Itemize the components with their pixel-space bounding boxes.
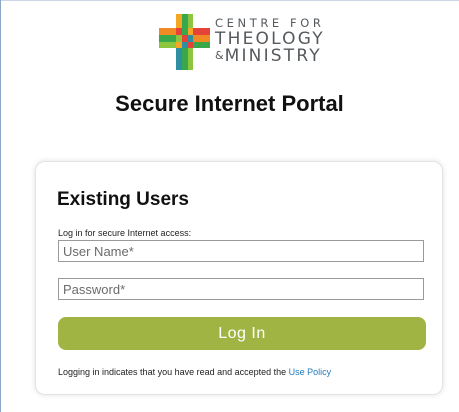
logo-ampersand: &: [215, 48, 224, 62]
login-button[interactable]: Log In: [58, 317, 426, 350]
password-field[interactable]: [58, 278, 424, 300]
logo: CENTRE FOR THEOLOGY &MINISTRY: [159, 14, 339, 72]
logo-line-ministry: &MINISTRY: [215, 45, 325, 66]
window-top-border: [0, 0, 459, 1]
use-policy-link[interactable]: Use Policy: [289, 367, 332, 377]
logo-line-centre-for: CENTRE FOR: [215, 16, 325, 30]
login-card-title: Existing Users: [57, 189, 189, 210]
login-instructions: Log in for secure Internet access:: [58, 228, 192, 238]
cross-mosaic-icon: [159, 14, 210, 70]
policy-text: Logging in indicates that you have read …: [58, 367, 289, 377]
logo-ministry-word: MINISTRY: [224, 45, 322, 66]
username-field[interactable]: [58, 240, 424, 262]
policy-notice: Logging in indicates that you have read …: [58, 367, 331, 377]
window-left-border: [0, 0, 1, 412]
page-title: Secure Internet Portal: [115, 91, 344, 116]
login-card: Existing Users Log in for secure Interne…: [35, 161, 443, 395]
logo-wordmark: CENTRE FOR THEOLOGY &MINISTRY: [215, 16, 325, 65]
